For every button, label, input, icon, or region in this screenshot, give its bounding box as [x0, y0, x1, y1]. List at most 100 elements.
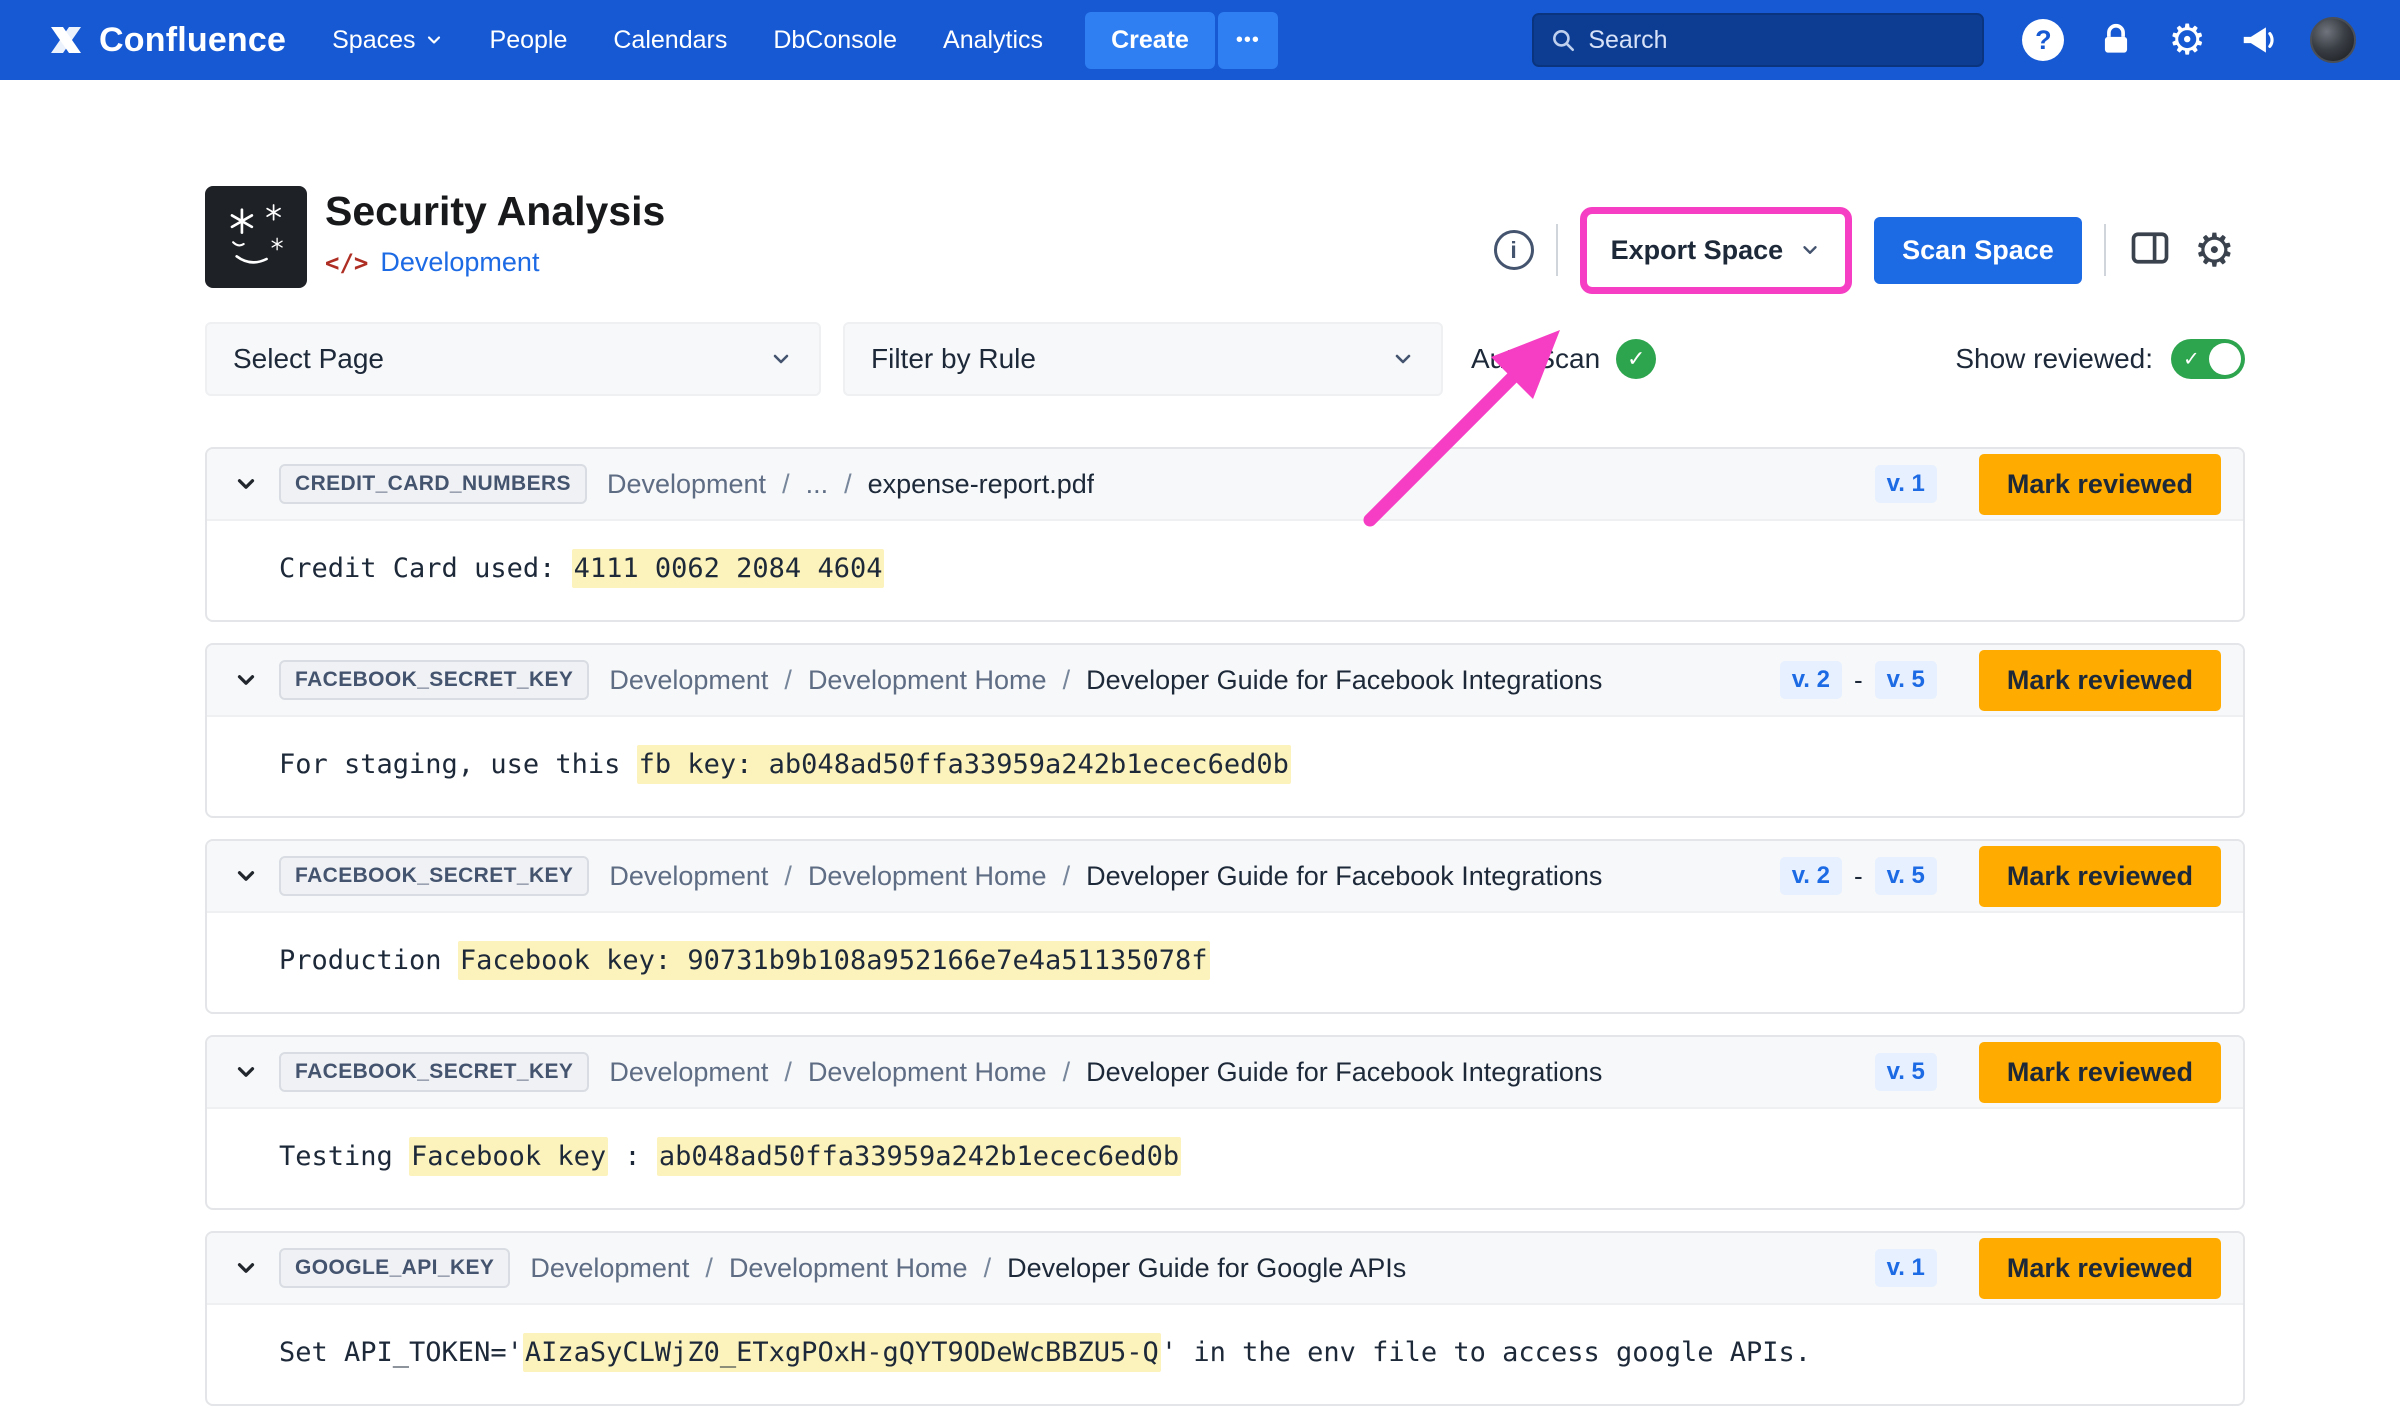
brand-name: Confluence: [99, 21, 286, 60]
select-page-dropdown[interactable]: Select Page: [205, 322, 821, 396]
navbar-icon-group: ? ⚙: [2022, 17, 2356, 63]
breadcrumb-item[interactable]: Development Home: [729, 1253, 968, 1284]
finding-card: FACEBOOK_SECRET_KEY Development / Developm…: [205, 1035, 2245, 1210]
page-title: Security Analysis: [325, 188, 665, 235]
breadcrumb-separator: /: [784, 1057, 792, 1088]
info-icon[interactable]: i: [1494, 230, 1534, 270]
breadcrumb-item[interactable]: Developer Guide for Facebook Integration…: [1086, 665, 1602, 696]
breadcrumb-item[interactable]: ...: [806, 469, 829, 500]
breadcrumb-item[interactable]: Development Home: [808, 861, 1047, 892]
show-reviewed-toggle[interactable]: ✓: [2171, 339, 2245, 379]
version-badges: v. 1: [1875, 465, 1937, 503]
breadcrumb-item[interactable]: Developer Guide for Google APIs: [1007, 1253, 1406, 1284]
breadcrumb: Development/Development Home/Developer G…: [609, 1057, 1602, 1088]
divider: [1556, 224, 1558, 276]
space-link[interactable]: Development: [380, 247, 539, 278]
divider: [2104, 224, 2106, 276]
version-badge[interactable]: v. 2: [1780, 661, 1842, 699]
sidebar-panel-icon[interactable]: [2128, 226, 2172, 275]
scan-space-button[interactable]: Scan Space: [1874, 217, 2082, 284]
version-badge[interactable]: v. 5: [1875, 661, 1937, 699]
admin-gear-icon[interactable]: ⚙: [2168, 19, 2206, 61]
nav-item-spaces[interactable]: Spaces: [332, 26, 443, 55]
version-badge[interactable]: v. 5: [1875, 1053, 1937, 1091]
collapse-chevron-icon[interactable]: [233, 863, 259, 889]
search-icon: [1550, 27, 1576, 53]
show-reviewed-label: Show reviewed:: [1955, 343, 2153, 375]
check-circle-icon: ✓: [1616, 339, 1656, 379]
breadcrumb-item[interactable]: Development Home: [808, 665, 1047, 696]
collapse-chevron-icon[interactable]: [233, 1059, 259, 1085]
lock-icon[interactable]: [2097, 21, 2135, 59]
breadcrumb-item[interactable]: Development Home: [808, 1057, 1047, 1088]
snippet-text: For staging, use this fb key: ab048ad50f…: [279, 745, 1291, 784]
nav-item-label: Analytics: [943, 26, 1043, 55]
version-badge[interactable]: v. 5: [1875, 857, 1937, 895]
version-badge[interactable]: v. 2: [1780, 857, 1842, 895]
snippet-text: Set API_TOKEN='AIzaSyCLWjZ0_ETxgPOxH-gQY…: [279, 1333, 1811, 1372]
findings-list: CREDIT_CARD_NUMBERS Development/.../expe…: [205, 447, 2245, 1427]
more-actions-button[interactable]: •••: [1218, 12, 1278, 69]
space-avatar[interactable]: [205, 186, 307, 288]
user-avatar[interactable]: [2310, 17, 2356, 63]
version-range-dash: -: [1854, 861, 1863, 892]
search-input[interactable]: [1588, 26, 1966, 55]
finding-header[interactable]: GOOGLE_API_KEY Development/Development H…: [207, 1233, 2243, 1305]
space-settings-gear-icon[interactable]: ⚙: [2194, 227, 2235, 273]
rule-badge: FACEBOOK_SECRET_KEY: [279, 856, 589, 896]
finding-header[interactable]: FACEBOOK_SECRET_KEY Development/Developm…: [207, 645, 2243, 717]
confluence-home-link[interactable]: Confluence: [46, 20, 286, 60]
breadcrumb-separator: /: [705, 1253, 713, 1284]
nav-item-calendars[interactable]: Calendars: [613, 26, 727, 55]
breadcrumb-item[interactable]: Development: [607, 469, 766, 500]
finding-card: FACEBOOK_SECRET_KEY Development / Developm…: [205, 839, 2245, 1014]
finding-header[interactable]: FACEBOOK_SECRET_KEY Development / Developm…: [207, 841, 2243, 913]
finding-body: For staging, use this fb key: ab048ad50f…: [207, 717, 2243, 816]
breadcrumb-item[interactable]: Developer Guide for Facebook Integration…: [1086, 861, 1602, 892]
collapse-chevron-icon[interactable]: [233, 471, 259, 497]
breadcrumb-item[interactable]: expense-report.pdf: [868, 469, 1095, 500]
auto-scan-status: Auto Scan ✓: [1471, 339, 1656, 379]
nav-item-people[interactable]: People: [490, 26, 568, 55]
filter-by-rule-dropdown[interactable]: Filter by Rule: [843, 322, 1443, 396]
breadcrumb-item[interactable]: Development: [609, 665, 768, 696]
mark-reviewed-button[interactable]: Mark reviewed: [1979, 1042, 2221, 1103]
sensitive-value: 4111 0062 2084 4604: [572, 549, 885, 588]
rule-badge: FACEBOOK_SECRET_KEY: [279, 1052, 589, 1092]
finding-body: Credit Card used: 4111 0062 2084 4604: [207, 521, 2243, 620]
nav-item-dbconsole[interactable]: DbConsole: [773, 26, 897, 55]
breadcrumb-item[interactable]: Development: [609, 1057, 768, 1088]
chevron-down-icon: [424, 30, 444, 50]
create-button-group: Create •••: [1085, 12, 1278, 69]
finding-header[interactable]: FACEBOOK_SECRET_KEY Development / Developm…: [207, 1037, 2243, 1109]
finding-header[interactable]: CREDIT_CARD_NUMBERS Development/.../expe…: [207, 449, 2243, 521]
collapse-chevron-icon[interactable]: [233, 1255, 259, 1281]
search-box[interactable]: [1532, 13, 1984, 67]
nav-item-analytics[interactable]: Analytics: [943, 26, 1043, 55]
breadcrumb-item[interactable]: Developer Guide for Facebook Integration…: [1086, 1057, 1602, 1088]
breadcrumb-item[interactable]: Development: [609, 861, 768, 892]
mark-reviewed-button[interactable]: Mark reviewed: [1979, 454, 2221, 515]
snippet-segment: Testing: [279, 1141, 409, 1172]
help-icon[interactable]: ?: [2022, 19, 2064, 61]
mark-reviewed-button[interactable]: Mark reviewed: [1979, 1238, 2221, 1299]
export-space-button[interactable]: Export Space: [1593, 220, 1840, 281]
collapse-chevron-icon[interactable]: [233, 667, 259, 693]
nav-item-label: Spaces: [332, 26, 415, 55]
version-badge[interactable]: v. 1: [1875, 1249, 1937, 1287]
megaphone-icon[interactable]: [2239, 21, 2277, 59]
mark-reviewed-button[interactable]: Mark reviewed: [1979, 650, 2221, 711]
breadcrumb-item[interactable]: Development: [530, 1253, 689, 1284]
finding-card: FACEBOOK_SECRET_KEY Development/Developm…: [205, 643, 2245, 818]
primary-nav: Spaces People Calendars DbConsole Analytics: [332, 26, 1043, 55]
space-breadcrumb: </> Development: [325, 247, 539, 278]
filter-bar: Select Page Filter by Rule Auto Scan ✓ S…: [205, 322, 2245, 396]
mark-reviewed-button[interactable]: Mark reviewed: [1979, 846, 2221, 907]
breadcrumb-separator: /: [1063, 861, 1071, 892]
create-button[interactable]: Create: [1085, 12, 1215, 69]
select-page-label: Select Page: [233, 343, 384, 375]
version-badge[interactable]: v. 1: [1875, 465, 1937, 503]
sensitive-value: Facebook key: 90731b9b108a952166e7e4a511…: [458, 941, 1210, 980]
version-badges: v. 2-v. 5: [1780, 857, 1937, 895]
snippet-segment: Production: [279, 945, 458, 976]
